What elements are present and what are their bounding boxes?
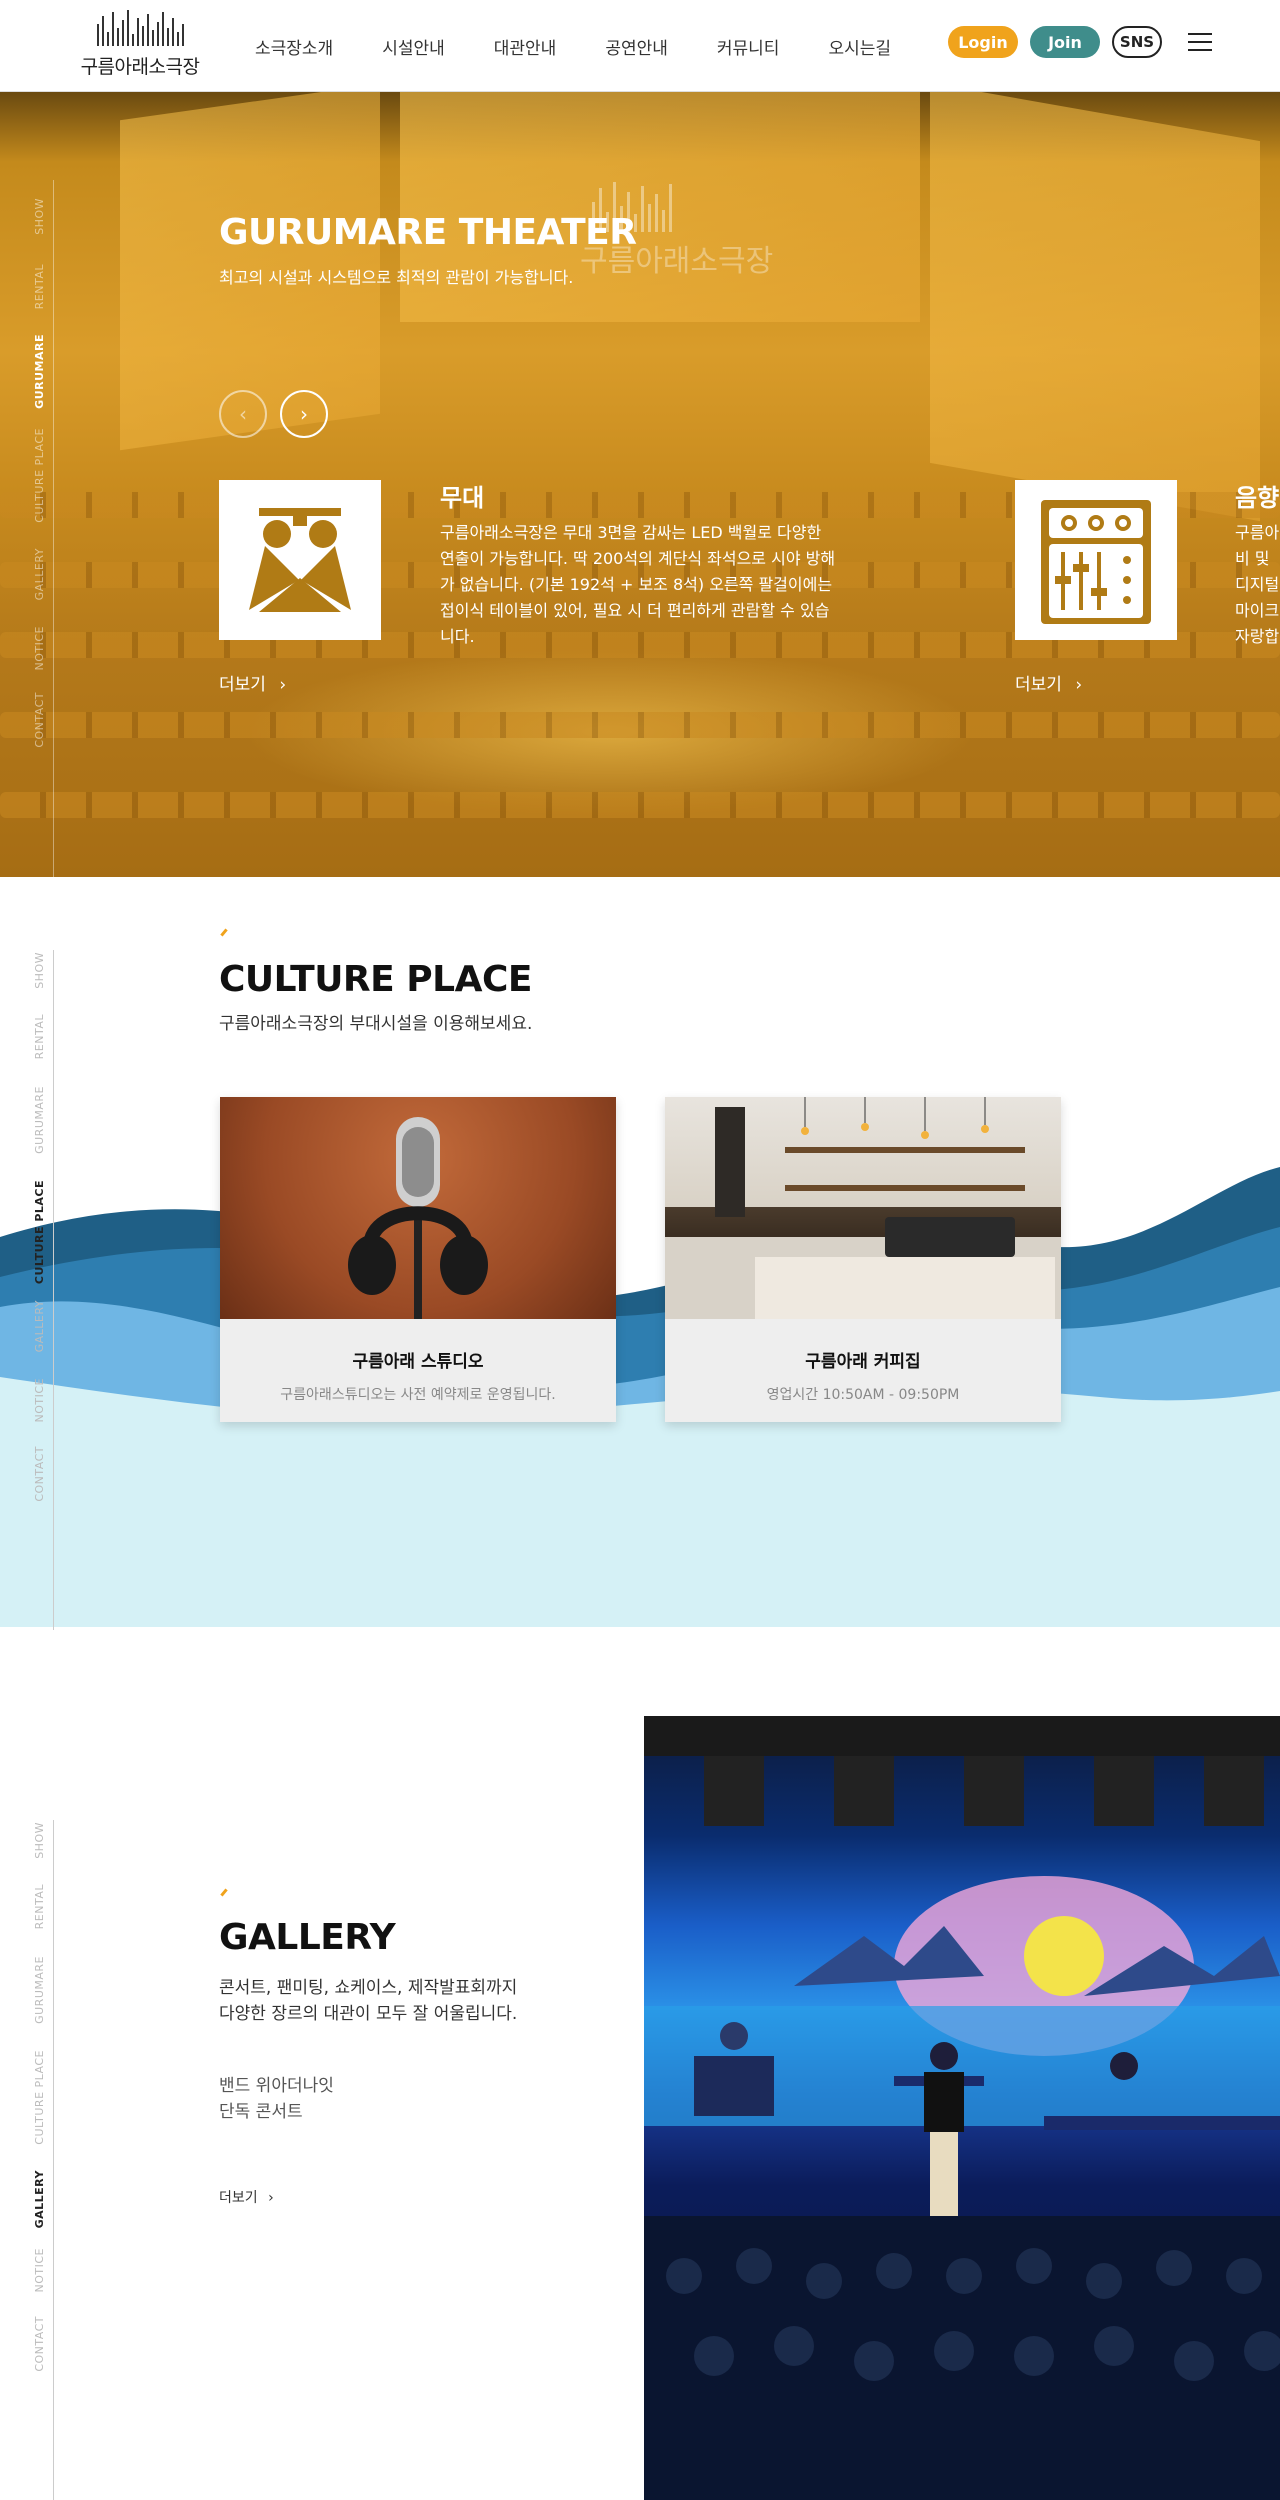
more-label: 더보기	[1015, 675, 1062, 695]
side-nav-item-active[interactable]: CULTURE PLACE	[28, 1180, 50, 1284]
card-title: 구름아래 커피집	[805, 1352, 921, 1372]
card-desc: 구름아래스튜디오는 사전 예약제로 운영됩니다.	[280, 1387, 556, 1403]
feature-title-sound: 음향	[1235, 484, 1280, 512]
stage-lighting-icon	[219, 480, 381, 640]
feature-desc-sound: 구름아 비 및 디지털 마이크 자랑합	[1235, 523, 1280, 646]
logo-text: 구름아래소극장	[80, 56, 200, 78]
gallery-concert-photo[interactable]	[644, 1716, 1280, 2500]
logo-mark-icon	[70, 10, 210, 46]
chevron-right-icon: ›	[268, 2190, 274, 2206]
section-accent-mark	[220, 928, 228, 937]
side-nav-hero: SHOW RENTAL GURUMARE CULTURE PLACE GALLE…	[28, 180, 54, 880]
chevron-right-icon: ›	[1075, 675, 1083, 695]
nav-item-about[interactable]: 소극장소개	[255, 34, 333, 59]
chevron-right-icon: ›	[300, 402, 308, 426]
more-label: 더보기	[219, 2190, 258, 2206]
site-logo[interactable]: 구름아래소극장	[70, 10, 210, 80]
chevron-left-icon: ‹	[239, 402, 247, 426]
gallery-subtitle-line2: 다양한 장르의 대관이 모두 잘 어울립니다.	[219, 2004, 518, 2024]
side-nav-item[interactable]: CONTACT	[28, 2316, 50, 2372]
gallery-more-link[interactable]: 더보기 ›	[219, 2187, 274, 2207]
feature-more-link-stage[interactable]: 더보기 ›	[219, 670, 286, 695]
wave-background	[0, 1167, 1280, 1627]
hero-section: 구름아래소극장 GURUMARE THEATER 최고의 시설과 시스템으로 최…	[0, 92, 1280, 877]
side-nav-item[interactable]: SHOW	[28, 198, 50, 235]
culture-place-title: CULTURE PLACE	[219, 959, 532, 1000]
join-button[interactable]: Join	[1030, 26, 1100, 58]
gallery-subtitle-line1: 콘서트, 팬미팅, 쇼케이스, 제작발표회까지	[219, 1978, 518, 1998]
side-nav-line	[53, 180, 54, 880]
side-nav-item[interactable]: CONTACT	[28, 1446, 50, 1502]
side-nav-item[interactable]: NOTICE	[28, 626, 50, 670]
nav-item-community[interactable]: 커뮤니티	[717, 34, 780, 59]
side-nav-item[interactable]: RENTAL	[28, 1884, 50, 1929]
card-title: 구름아래 스튜디오	[352, 1352, 484, 1372]
side-nav-gallery: SHOW RENTAL GURUMARE CULTURE PLACE GALLE…	[28, 1820, 54, 2500]
login-button[interactable]: Login	[948, 26, 1018, 58]
side-nav-item[interactable]: SHOW	[28, 1822, 50, 1859]
gallery-item-line2: 단독 콘서트	[219, 2102, 303, 2122]
studio-photo	[220, 1097, 616, 1319]
gallery-section: GALLERY 콘서트, 팬미팅, 쇼케이스, 제작발표회까지 다양한 장르의 …	[0, 1627, 1280, 2500]
side-nav-item[interactable]: RENTAL	[28, 264, 50, 309]
header-actions: Login Join SNS	[948, 26, 1212, 58]
side-nav-item-active[interactable]: GURUMARE	[28, 334, 50, 409]
side-nav-line	[53, 950, 54, 1630]
side-nav-line	[53, 1820, 54, 2500]
side-nav-item[interactable]: GURUMARE	[28, 1086, 50, 1154]
nav-item-show[interactable]: 공연안내	[605, 34, 668, 59]
feature-title-stage: 무대	[440, 484, 485, 512]
coffee-shop-photo	[665, 1097, 1061, 1319]
section-accent-mark	[220, 1888, 228, 1897]
feature-desc-stage: 구름아래소극장은 무대 3면을 감싸는 LED 백월로 다양한 연출이 가능합니…	[440, 523, 836, 646]
gallery-title: GALLERY	[219, 1917, 396, 1958]
nav-item-rental[interactable]: 대관안내	[494, 34, 557, 59]
audio-mixer-icon	[1015, 480, 1177, 640]
hero-title: GURUMARE THEATER	[219, 212, 637, 253]
side-nav-item[interactable]: RENTAL	[28, 1014, 50, 1059]
card-studio[interactable]: 구름아래 스튜디오 구름아래스튜디오는 사전 예약제로 운영됩니다.	[220, 1097, 616, 1422]
side-nav-item[interactable]: CULTURE PLACE	[28, 2050, 50, 2145]
culture-place-section: CULTURE PLACE 구름아래소극장의 부대시설을 이용해보세요. 구름아…	[0, 877, 1280, 1627]
card-coffee[interactable]: 구름아래 커피집 영업시간 10:50AM - 09:50PM	[665, 1097, 1061, 1422]
hamburger-menu-icon[interactable]	[1188, 33, 1212, 51]
stage-screen-right	[930, 92, 1260, 522]
side-nav-item[interactable]: CULTURE PLACE	[28, 428, 50, 523]
seat-row	[0, 712, 1280, 738]
hero-subtitle: 최고의 시설과 시스템으로 최적의 관람이 가능합니다.	[219, 268, 574, 287]
side-nav-culture: SHOW RENTAL GURUMARE CULTURE PLACE GALLE…	[28, 950, 54, 1630]
main-nav: 소극장소개 시설안내 대관안내 공연안내 커뮤니티 오시는길	[255, 0, 940, 92]
card-desc: 영업시간 10:50AM - 09:50PM	[766, 1387, 960, 1403]
side-nav-item[interactable]: GALLERY	[28, 1300, 50, 1352]
side-nav-item[interactable]: NOTICE	[28, 1378, 50, 1422]
culture-place-subtitle: 구름아래소극장의 부대시설을 이용해보세요.	[219, 1014, 533, 1034]
nav-item-facility[interactable]: 시설안내	[382, 34, 445, 59]
side-nav-item-active[interactable]: GALLERY	[28, 2170, 50, 2228]
side-nav-item[interactable]: GURUMARE	[28, 1956, 50, 2024]
side-nav-item[interactable]: SHOW	[28, 952, 50, 989]
side-nav-item[interactable]: GALLERY	[28, 548, 50, 600]
sns-button[interactable]: SNS	[1112, 26, 1162, 58]
slider-next-button[interactable]: ›	[280, 390, 328, 438]
side-nav-item[interactable]: CONTACT	[28, 692, 50, 748]
feature-more-link-sound[interactable]: 더보기 ›	[1015, 670, 1082, 695]
site-header: 구름아래소극장 소극장소개 시설안내 대관안내 공연안내 커뮤니티 오시는길 L…	[0, 0, 1280, 92]
slider-prev-button[interactable]: ‹	[219, 390, 267, 438]
more-label: 더보기	[219, 675, 266, 695]
nav-item-directions[interactable]: 오시는길	[828, 34, 891, 59]
side-nav-item[interactable]: NOTICE	[28, 2248, 50, 2292]
seat-row	[0, 792, 1280, 818]
chevron-right-icon: ›	[279, 675, 287, 695]
gallery-item-line1: 밴드 위아더나잇	[219, 2076, 334, 2096]
